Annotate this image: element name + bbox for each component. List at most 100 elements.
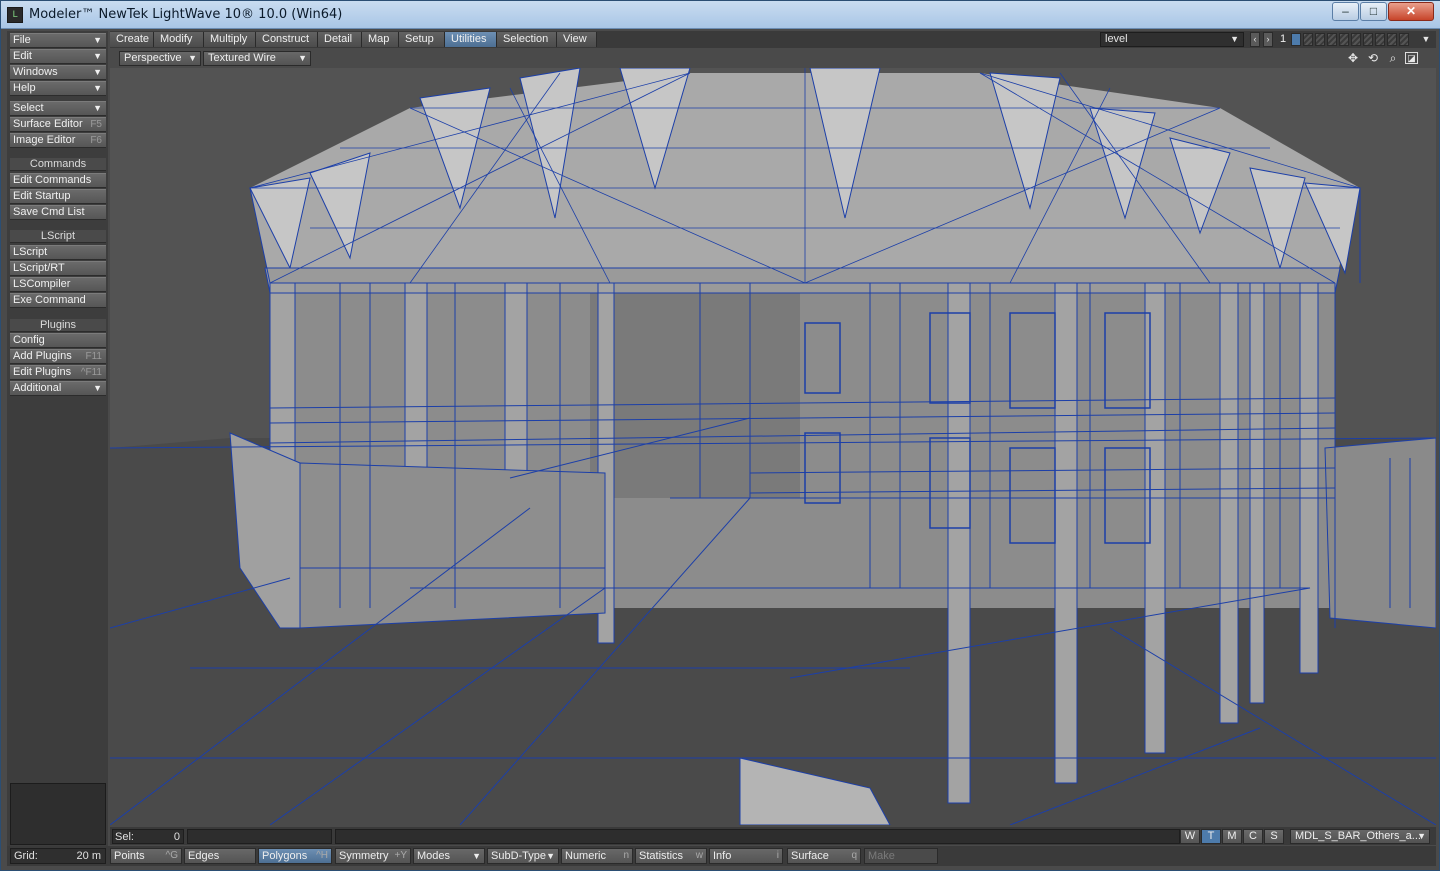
- tab-create[interactable]: Create: [110, 32, 154, 47]
- tab-construct[interactable]: Construct: [256, 32, 318, 47]
- exe-command-button[interactable]: Exe Command: [10, 293, 106, 308]
- minimize-button[interactable]: ‒: [1332, 2, 1359, 21]
- modes-select[interactable]: Modes ▼: [413, 848, 485, 864]
- make-button[interactable]: Make: [864, 848, 938, 864]
- surface-button[interactable]: Surface q: [787, 848, 861, 864]
- vertex-map-select[interactable]: MDL_S_BAR_Others_a... ▼: [1290, 829, 1430, 844]
- add-plugins-button[interactable]: Add Plugins F11: [10, 349, 106, 364]
- layer-slot[interactable]: [1291, 33, 1301, 46]
- tab-multiply[interactable]: Multiply: [204, 32, 256, 47]
- button-label: Statistics: [639, 850, 684, 862]
- lscript-button[interactable]: LScript: [10, 245, 106, 260]
- move-view-icon[interactable]: ✥: [1345, 51, 1361, 66]
- layer-slot[interactable]: [1339, 33, 1349, 46]
- morph-map-button[interactable]: M: [1222, 829, 1242, 844]
- zoom-view-icon[interactable]: ⌕: [1385, 51, 1401, 66]
- close-button[interactable]: ✕: [1388, 2, 1434, 21]
- button-label: SubD-Type: [491, 850, 547, 862]
- image-editor-button[interactable]: Image Editor F6: [10, 133, 106, 148]
- shortcut-label: ^H: [316, 850, 328, 861]
- edit-plugins-button[interactable]: Edit Plugins ^F11: [10, 365, 106, 380]
- layer-slot[interactable]: [1303, 33, 1313, 46]
- sidebar-item-label: Select: [13, 102, 44, 114]
- dropdown-arrow-icon: ▼: [93, 35, 102, 45]
- button-label: Points: [114, 850, 145, 862]
- color-map-button[interactable]: C: [1243, 829, 1263, 844]
- selection-set-button[interactable]: S: [1264, 829, 1284, 844]
- sidebar-item-label: File: [13, 34, 31, 46]
- points-mode-button[interactable]: Points ^G: [110, 848, 182, 864]
- save-cmd-list-button[interactable]: Save Cmd List: [10, 205, 106, 220]
- chevron-down-icon: ▼: [472, 851, 481, 861]
- title-bar: L Modeler™ NewTek LightWave 10® 10.0 (Wi…: [1, 1, 1440, 29]
- prev-layer-button[interactable]: ‹: [1250, 32, 1260, 47]
- layer-slot[interactable]: [1327, 33, 1337, 46]
- texture-map-button[interactable]: T: [1201, 829, 1221, 844]
- tab-bar: Create Modify Multiply Construct Detail …: [110, 31, 1436, 48]
- statistics-button[interactable]: Statistics w: [635, 848, 707, 864]
- layer-slot[interactable]: [1375, 33, 1385, 46]
- sidebar-item-label: Add Plugins: [13, 350, 72, 362]
- tab-setup[interactable]: Setup: [399, 32, 445, 47]
- layer-slot[interactable]: [1351, 33, 1361, 46]
- tab-modify[interactable]: Modify: [154, 32, 204, 47]
- shortcut-label: ^G: [165, 850, 178, 861]
- polygons-mode-button[interactable]: Polygons ^H: [258, 848, 332, 864]
- button-label: Symmetry: [339, 850, 389, 862]
- current-layer-number: 1: [1279, 33, 1287, 45]
- edges-mode-button[interactable]: Edges: [184, 848, 256, 864]
- lscript-rt-button[interactable]: LScript/RT: [10, 261, 106, 276]
- maximize-view-icon[interactable]: ◪: [1405, 52, 1418, 64]
- layer-slot[interactable]: [1363, 33, 1373, 46]
- tab-view[interactable]: View: [557, 32, 597, 47]
- help-menu[interactable]: Help ▼: [10, 81, 106, 96]
- selection-status-bar: Sel: 0 W T M C S MDL_S_BAR_Others_a... ▼: [110, 827, 1436, 845]
- numeric-button[interactable]: Numeric n: [561, 848, 633, 864]
- windows-menu[interactable]: Windows ▼: [10, 65, 106, 80]
- tab-utilities[interactable]: Utilities: [445, 32, 497, 47]
- view-type-select[interactable]: Perspective ▼: [119, 51, 201, 66]
- next-layer-button[interactable]: ›: [1263, 32, 1273, 47]
- shortcut-label: F5: [90, 119, 102, 130]
- layer-slot[interactable]: [1315, 33, 1325, 46]
- maximize-button[interactable]: □: [1360, 2, 1387, 21]
- sel-label: Sel:: [115, 831, 134, 843]
- config-button[interactable]: Config: [10, 333, 106, 348]
- subd-type-select[interactable]: SubD-Type ▼: [487, 848, 559, 864]
- render-mode-select[interactable]: Textured Wire ▼: [203, 51, 311, 66]
- layer-menu-icon[interactable]: ▼: [1418, 32, 1434, 47]
- layer-slot[interactable]: [1399, 33, 1409, 46]
- dropdown-arrow-icon: ▼: [93, 51, 102, 61]
- surface-editor-button[interactable]: Surface Editor F5: [10, 117, 106, 132]
- weight-map-button[interactable]: W: [1180, 829, 1200, 844]
- tab-selection[interactable]: Selection: [497, 32, 557, 47]
- button-label: Info: [713, 850, 732, 862]
- sidebar-item-label: Edit Plugins: [13, 366, 72, 378]
- chevron-down-icon: ▼: [298, 53, 307, 63]
- tab-detail[interactable]: Detail: [318, 32, 362, 47]
- button-label: Edges: [188, 850, 220, 862]
- status-field: [187, 829, 332, 844]
- rotate-view-icon[interactable]: ⟲: [1365, 51, 1381, 66]
- perspective-viewport[interactable]: [110, 68, 1436, 825]
- dropdown-arrow-icon: ▼: [93, 383, 102, 393]
- bottom-toolbar: Grid: 20 m Points ^G Edges Polygons ^H Symm…: [7, 846, 1436, 866]
- sidebar-item-label: Image Editor: [13, 134, 76, 146]
- additional-menu[interactable]: Additional ▼: [10, 381, 106, 396]
- edit-menu[interactable]: Edit ▼: [10, 49, 106, 64]
- tab-map[interactable]: Map: [362, 32, 399, 47]
- modeler-window: L Modeler™ NewTek LightWave 10® 10.0 (Wi…: [0, 0, 1440, 871]
- file-menu[interactable]: File ▼: [10, 33, 106, 48]
- dropdown-arrow-icon: ▼: [93, 67, 102, 77]
- lscompiler-button[interactable]: LSCompiler: [10, 277, 106, 292]
- select-menu[interactable]: Select ▼: [10, 101, 106, 116]
- render-mode-value: Textured Wire: [208, 52, 276, 64]
- shortcut-label: i: [776, 850, 779, 861]
- button-label: Surface: [791, 850, 829, 862]
- layer-slot[interactable]: [1387, 33, 1397, 46]
- level-select[interactable]: level ▼: [1100, 32, 1244, 47]
- info-button[interactable]: Info i: [709, 848, 783, 864]
- symmetry-toggle[interactable]: Symmetry +Y: [335, 848, 411, 864]
- edit-commands-button[interactable]: Edit Commands: [10, 173, 106, 188]
- edit-startup-button[interactable]: Edit Startup: [10, 189, 106, 204]
